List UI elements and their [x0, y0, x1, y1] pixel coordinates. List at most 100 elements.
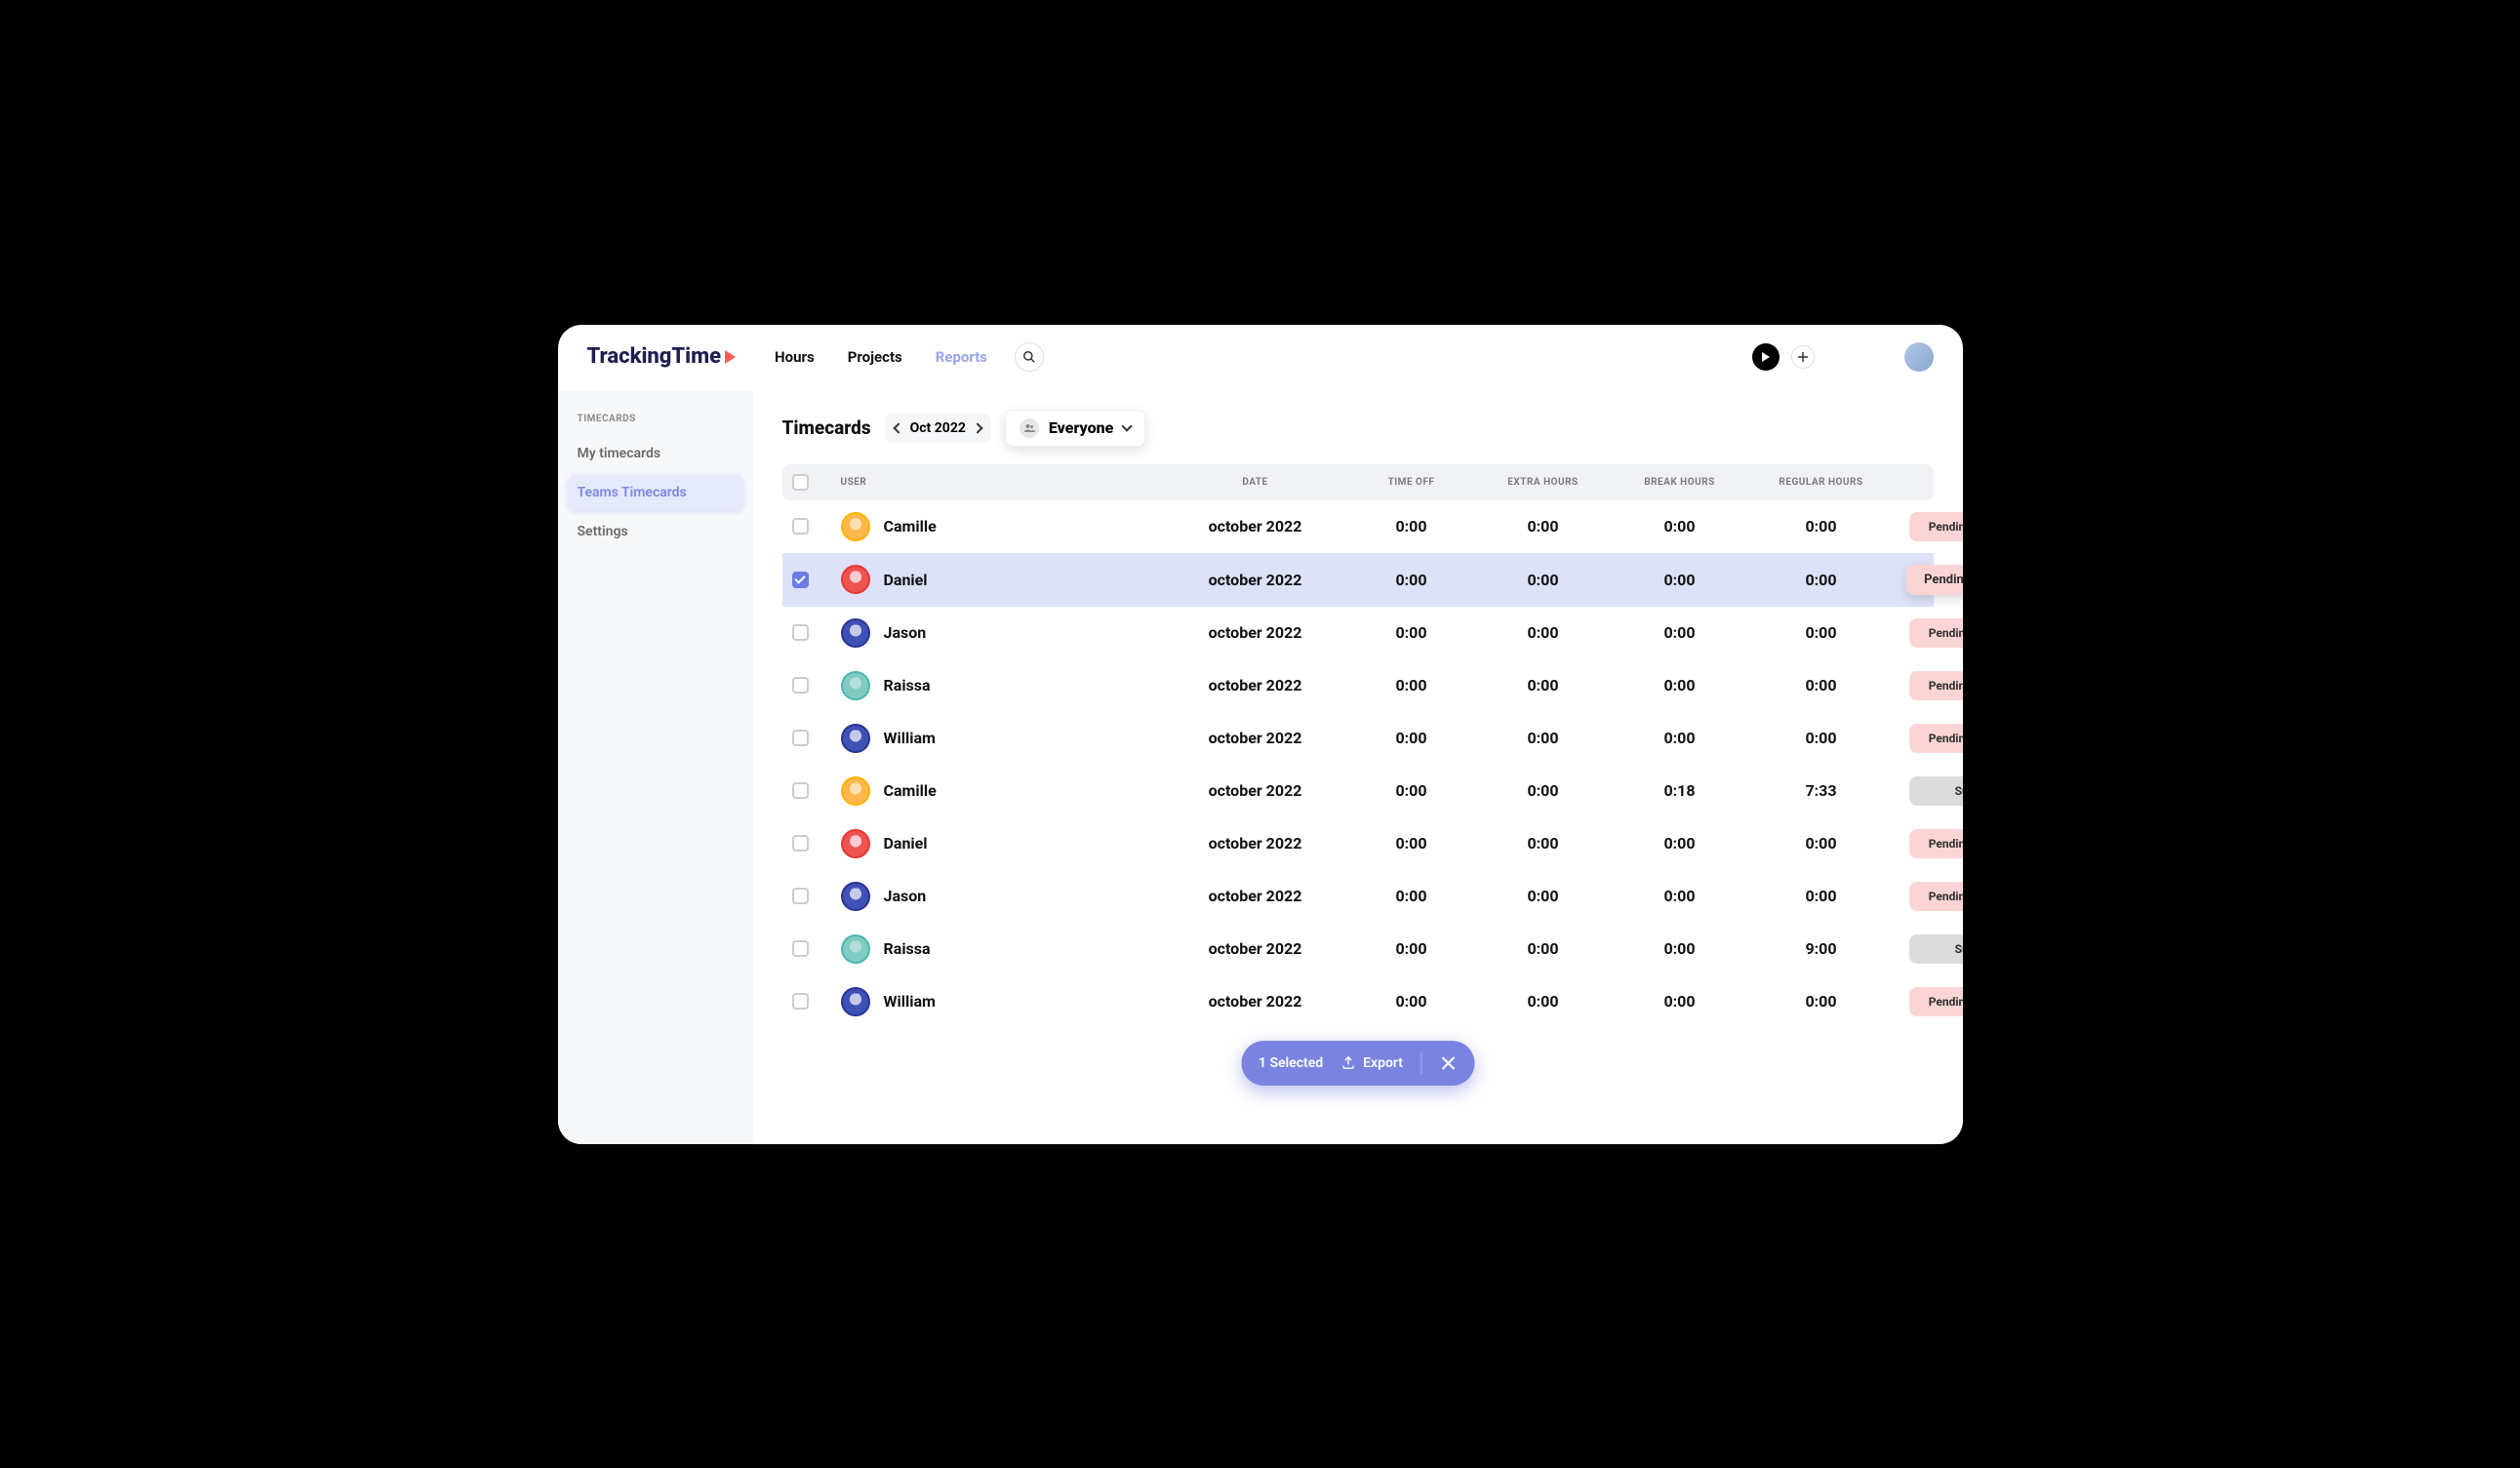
status-badge[interactable]: Pending submission [1909, 987, 1963, 1016]
search-button[interactable] [1015, 342, 1044, 372]
table-row[interactable]: Danieloctober 20220:000:000:000:00Pendin… [782, 817, 1934, 870]
row-checkbox[interactable] [792, 993, 809, 1010]
close-selection-button[interactable] [1439, 1054, 1457, 1072]
user-avatar [841, 671, 870, 700]
table-row[interactable]: Danieloctober 20220:000:000:000:00Pendin… [782, 553, 1934, 607]
logo-text: TrackingTime [587, 344, 722, 369]
row-checkbox[interactable] [792, 572, 809, 588]
topbar: TrackingTime Hours Projects Reports [558, 325, 1963, 390]
col-break-hours: BREAK HOURS [1612, 477, 1748, 488]
sidebar-header: TIMECARDS [568, 410, 743, 436]
group-selector[interactable]: Everyone [1005, 410, 1145, 447]
nav-hours[interactable]: Hours [775, 348, 815, 366]
chevron-left-icon[interactable] [893, 422, 903, 433]
selection-count: 1 Selected [1259, 1055, 1323, 1071]
cell-regular-hours: 0:00 [1748, 571, 1895, 589]
chevron-down-icon [1122, 420, 1133, 431]
user-avatar [841, 724, 870, 753]
user-name: Jason [884, 887, 927, 905]
cell-extra-hours: 0:00 [1475, 781, 1612, 800]
table-row[interactable]: Raissaoctober 20220:000:000:000:00Pendin… [782, 659, 1934, 712]
selection-bar: 1 Selected Export [1241, 1041, 1474, 1086]
cell-date: october 2022 [1163, 887, 1348, 905]
logo[interactable]: TrackingTime [587, 344, 737, 369]
profile-avatar[interactable] [1904, 342, 1934, 372]
nav-projects[interactable]: Projects [848, 348, 902, 366]
cell-date: october 2022 [1163, 939, 1348, 958]
select-all-checkbox[interactable] [792, 474, 809, 491]
table-row[interactable]: Camilleoctober 20220:000:000:187:33Submi… [782, 765, 1934, 817]
row-checkbox[interactable] [792, 940, 809, 957]
cell-date: october 2022 [1163, 623, 1348, 642]
cell-regular-hours: 7:33 [1748, 781, 1895, 800]
row-checkbox[interactable] [792, 835, 809, 852]
status-badge[interactable]: Pending submission [1909, 829, 1963, 858]
status-badge[interactable]: Pending submission [1909, 724, 1963, 753]
topbar-right [1752, 342, 1934, 372]
user-avatar [841, 512, 870, 541]
table-row[interactable]: Williamoctober 20220:000:000:000:00Pendi… [782, 975, 1934, 1028]
status-badge[interactable]: Pending submission [1909, 882, 1963, 911]
row-checkbox[interactable] [792, 730, 809, 746]
user-name: William [884, 729, 936, 747]
cell-time-off: 0:00 [1348, 834, 1475, 853]
cell-extra-hours: 0:00 [1475, 676, 1612, 694]
table-row[interactable]: Jasonoctober 20220:000:000:000:00Pending… [782, 607, 1934, 659]
cell-break-hours: 0:00 [1612, 517, 1748, 536]
table-row[interactable]: Raissaoctober 20220:000:000:009:00Submit… [782, 923, 1934, 975]
nav-reports[interactable]: Reports [936, 348, 987, 366]
user-cell: William [841, 987, 1163, 1016]
cell-time-off: 0:00 [1348, 729, 1475, 747]
user-name: Camille [884, 781, 937, 800]
row-checkbox[interactable] [792, 518, 809, 535]
table-row[interactable]: Jasonoctober 20220:000:000:000:00Pending… [782, 870, 1934, 923]
status-badge[interactable]: Submitted [1909, 934, 1963, 964]
export-button[interactable]: Export [1340, 1055, 1403, 1071]
cell-regular-hours: 0:00 [1748, 623, 1895, 642]
top-nav: Hours Projects Reports [775, 348, 987, 366]
search-icon [1022, 350, 1036, 364]
row-checkbox[interactable] [792, 888, 809, 904]
cell-regular-hours: 9:00 [1748, 939, 1895, 958]
logo-accent-icon [725, 350, 736, 364]
row-checkbox[interactable] [792, 677, 809, 694]
table-row[interactable]: Camilleoctober 20220:000:000:000:00Pendi… [782, 500, 1934, 553]
month-selector[interactable]: Oct 2022 [885, 414, 991, 443]
user-cell: William [841, 724, 1163, 753]
export-label: Export [1363, 1055, 1403, 1071]
col-date: DATE [1163, 477, 1348, 488]
user-cell: Daniel [841, 565, 1163, 594]
status-badge[interactable]: Pending submission [1909, 618, 1963, 648]
cell-break-hours: 0:00 [1612, 834, 1748, 853]
sidebar-item-my-timecards[interactable]: My timecards [568, 436, 743, 471]
table-row[interactable]: Williamoctober 20220:000:000:000:00Pendi… [782, 712, 1934, 765]
add-button[interactable] [1791, 345, 1815, 369]
user-avatar [841, 776, 870, 806]
sidebar-item-teams-timecards[interactable]: Teams Timecards [568, 475, 743, 510]
cell-extra-hours: 0:00 [1475, 992, 1612, 1011]
chevron-right-icon[interactable] [972, 422, 982, 433]
cell-break-hours: 0:00 [1612, 729, 1748, 747]
row-checkbox[interactable] [792, 782, 809, 799]
cell-extra-hours: 0:00 [1475, 571, 1612, 589]
status-badge[interactable]: Pending submission [1906, 565, 1962, 595]
cell-time-off: 0:00 [1348, 781, 1475, 800]
user-cell: Jason [841, 882, 1163, 911]
user-name: Camille [884, 517, 937, 536]
play-button[interactable] [1752, 343, 1780, 371]
month-label: Oct 2022 [910, 420, 966, 436]
status-badge[interactable]: Submitted [1909, 776, 1963, 806]
sidebar: TIMECARDS My timecards Teams Timecards S… [558, 390, 753, 1144]
content-header: Timecards Oct 2022 Everyone [782, 410, 1934, 447]
row-checkbox[interactable] [792, 624, 809, 641]
cell-break-hours: 0:18 [1612, 781, 1748, 800]
cell-date: october 2022 [1163, 676, 1348, 694]
status-badge[interactable]: Pending submission [1909, 671, 1963, 700]
cell-regular-hours: 0:00 [1748, 676, 1895, 694]
user-avatar [841, 565, 870, 594]
sidebar-item-settings[interactable]: Settings [568, 514, 743, 549]
cell-regular-hours: 0:00 [1748, 887, 1895, 905]
cell-time-off: 0:00 [1348, 887, 1475, 905]
status-badge[interactable]: Pending submission [1909, 512, 1963, 541]
cell-date: october 2022 [1163, 781, 1348, 800]
